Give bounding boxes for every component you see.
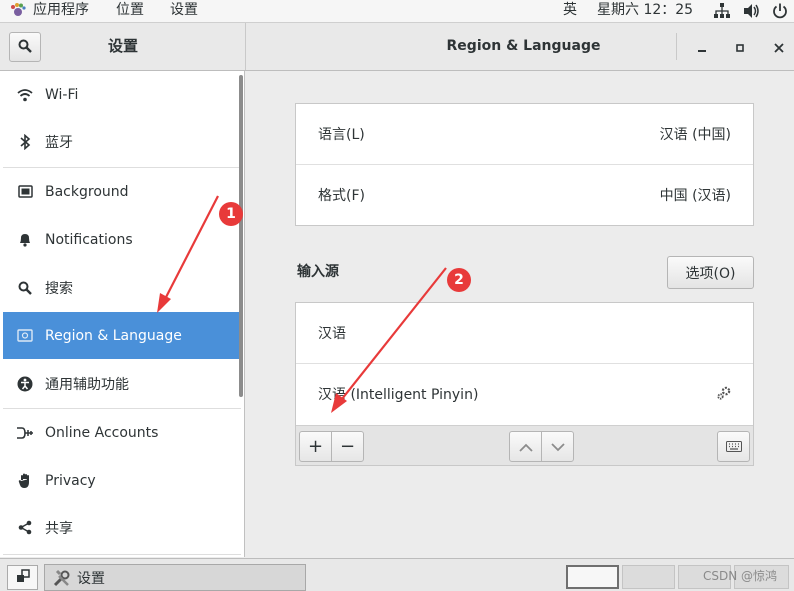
taskbar-item-label: 设置 <box>77 570 105 587</box>
show-desktop-icon <box>16 568 30 587</box>
annotation-overlay <box>157 195 447 413</box>
taskbar-item-settings[interactable]: 设置 <box>44 564 306 591</box>
watermark: CSDN @惊鸿 <box>703 569 778 583</box>
annotation-arrow-2 <box>337 267 447 405</box>
annotation-badge-1: 1 <box>219 202 243 226</box>
tools-icon <box>53 569 71 587</box>
annotation-badge-2: 2 <box>447 268 471 292</box>
workspace-2[interactable] <box>622 565 675 589</box>
annotation-arrow-1 <box>161 195 219 306</box>
annotation-arrowhead-1 <box>157 293 171 313</box>
show-desktop-button[interactable] <box>7 565 38 590</box>
workspace-1[interactable] <box>566 565 619 589</box>
taskbar: 设置 <box>0 558 794 591</box>
